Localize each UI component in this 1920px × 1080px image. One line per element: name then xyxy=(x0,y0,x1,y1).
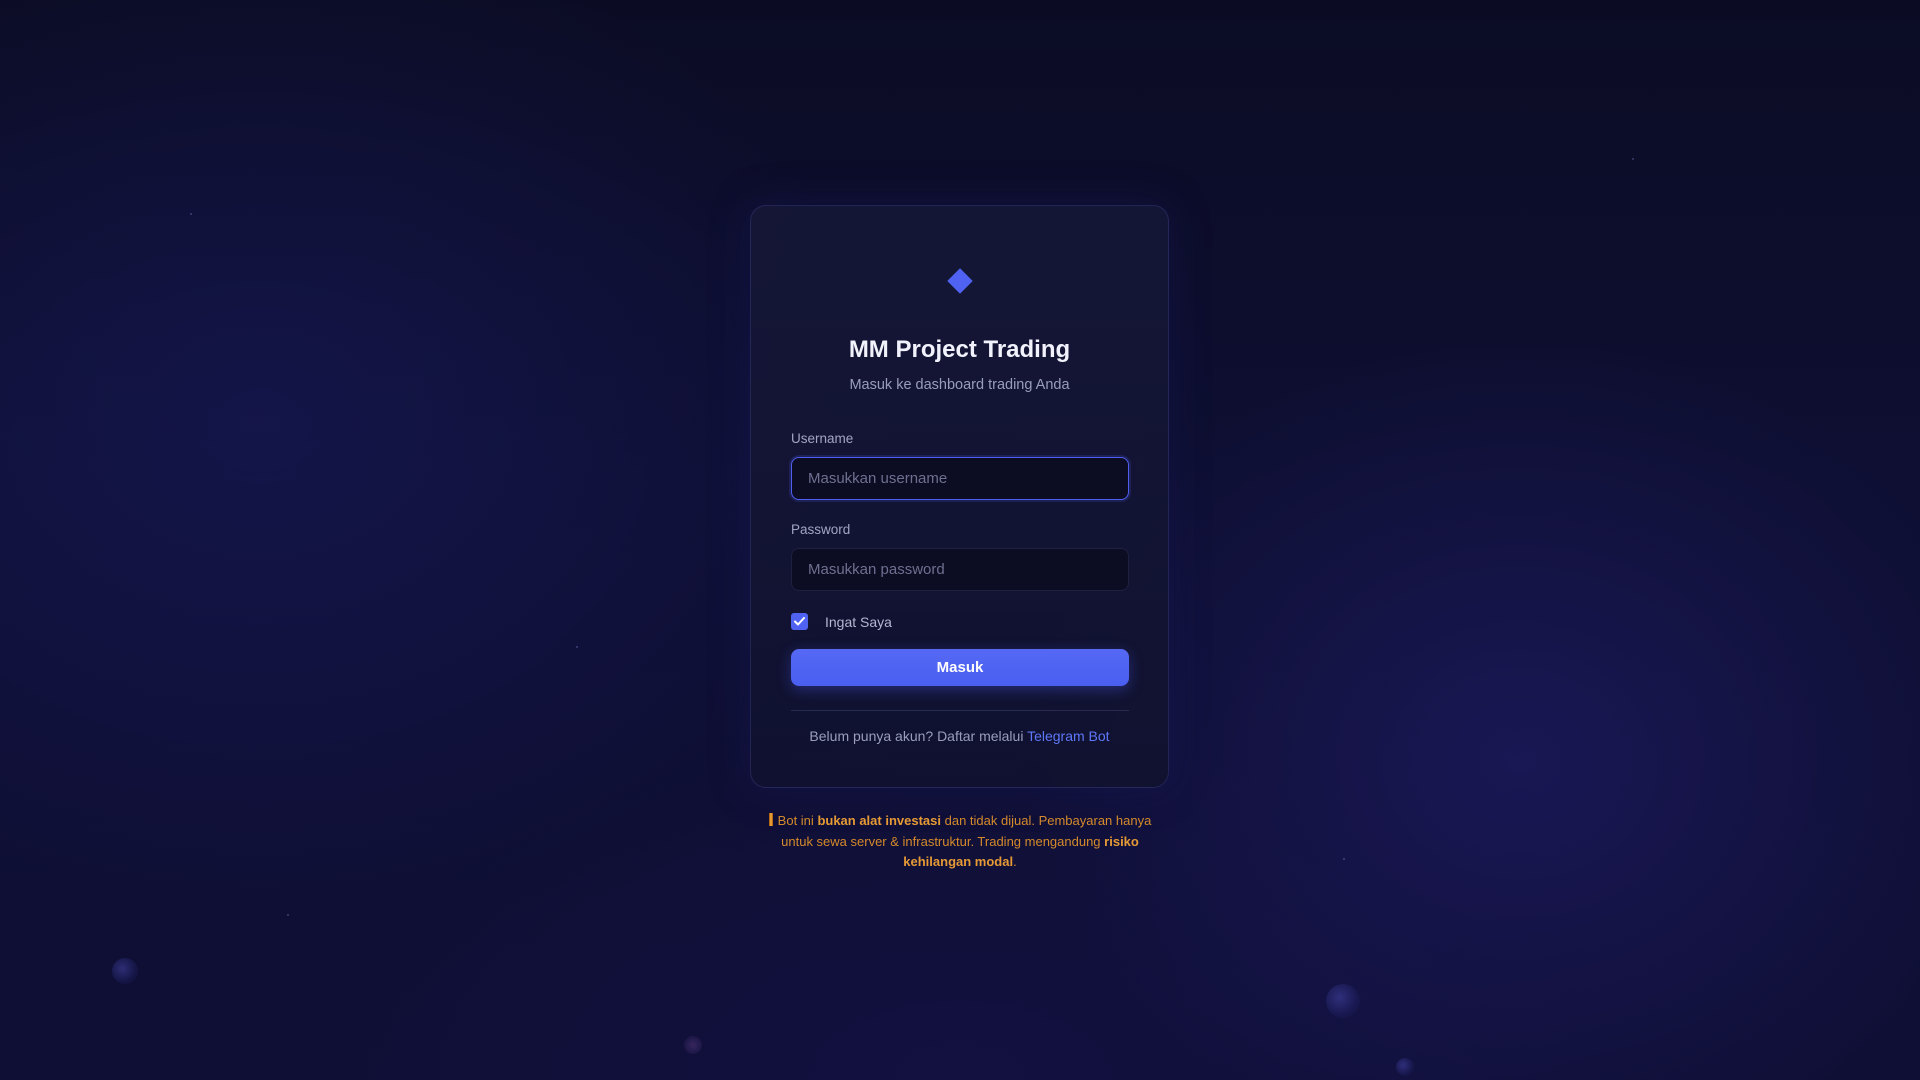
background-orb xyxy=(1396,1058,1414,1076)
background-orb xyxy=(684,1036,702,1054)
login-card: MM Project Trading Masuk ke dashboard tr… xyxy=(750,205,1169,788)
diamond-icon xyxy=(947,268,973,294)
register-prompt: Belum punya akun? Daftar melalui Telegra… xyxy=(751,728,1168,744)
page-title: MM Project Trading xyxy=(848,336,1071,363)
background-orb xyxy=(112,958,138,984)
username-label: Username xyxy=(791,431,854,446)
password-input[interactable] xyxy=(791,548,1129,591)
background-star xyxy=(1343,858,1345,860)
telegram-bot-link[interactable]: Telegram Bot xyxy=(1027,728,1109,744)
remember-me-checkbox[interactable] xyxy=(791,613,808,630)
username-input[interactable] xyxy=(791,457,1129,500)
background-orb xyxy=(1326,984,1360,1018)
background-star xyxy=(576,646,578,648)
disclaimer-text: . xyxy=(1013,854,1017,869)
disclaimer-emphasis: bukan alat investasi xyxy=(817,813,941,828)
remember-me-row[interactable]: Ingat Saya xyxy=(791,613,892,630)
login-button[interactable]: Masuk xyxy=(791,649,1129,686)
register-text: Belum punya akun? Daftar melalui xyxy=(809,728,1024,744)
divider xyxy=(791,710,1129,711)
page-subtitle: Masuk ke dashboard trading Anda xyxy=(849,377,1070,393)
background-star xyxy=(190,213,192,215)
background-star xyxy=(287,914,289,916)
password-label: Password xyxy=(791,522,851,537)
remember-me-label[interactable]: Ingat Saya xyxy=(825,614,892,630)
risk-disclaimer: Bot ini bukan alat investasi dan tidak d… xyxy=(755,811,1165,873)
disclaimer-text: Bot ini xyxy=(777,813,814,828)
checkmark-icon xyxy=(794,617,805,626)
warning-icon xyxy=(768,813,773,826)
background-star xyxy=(1632,158,1634,160)
